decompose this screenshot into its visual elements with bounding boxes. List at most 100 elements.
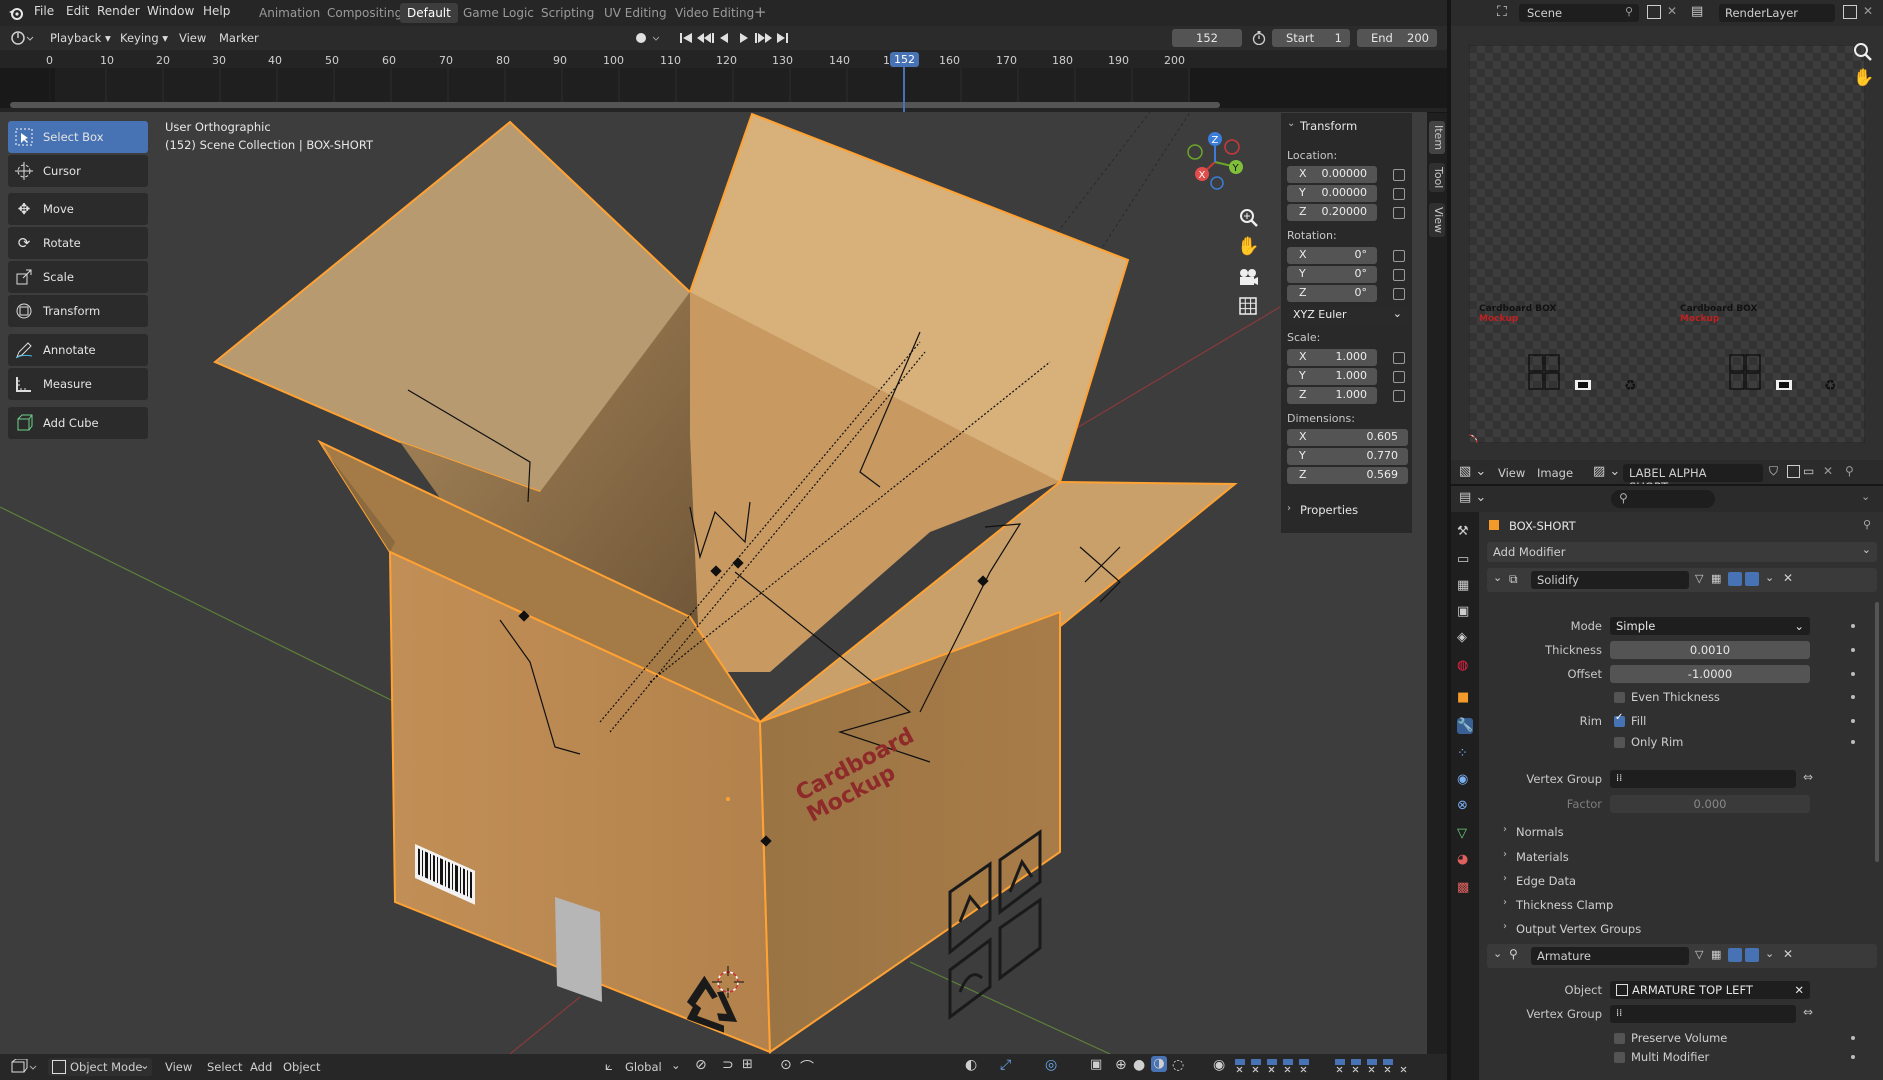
multi-modifier-checkbox[interactable]: [1614, 1052, 1625, 1063]
new-image-icon[interactable]: [1787, 465, 1800, 478]
footer-select-menu[interactable]: Select: [207, 1060, 242, 1074]
close-icon[interactable]: ✕: [1863, 4, 1873, 18]
dimension-z-field[interactable]: Z 0.569: [1287, 467, 1408, 484]
zoom-icon[interactable]: [1851, 40, 1875, 64]
tool-move[interactable]: ✥ Move: [8, 193, 148, 225]
view-layer-tab-icon[interactable]: ▣: [1457, 604, 1473, 620]
stopwatch-icon[interactable]: [1252, 31, 1266, 46]
armature-vertex-group-field[interactable]: ⁞⁞: [1610, 1005, 1796, 1023]
shading-material-icon[interactable]: ◑: [1151, 1056, 1167, 1072]
armature-modifier-header[interactable]: ⌄ ⚲ Armature ▽ ▦ ⌄ ✕: [1487, 944, 1877, 968]
snap-magnet-icon[interactable]: ⊃: [722, 1057, 734, 1073]
only-rim-checkbox[interactable]: [1614, 737, 1625, 748]
location-y-field[interactable]: Y 0.00000: [1287, 185, 1377, 202]
snap-target-icon[interactable]: ⊞: [742, 1057, 753, 1072]
pivot-point-icon[interactable]: ⊘: [695, 1057, 707, 1073]
tool-settings-tab-icon[interactable]: ⚒: [1457, 524, 1473, 540]
properties-scrollbar[interactable]: [1875, 602, 1879, 862]
armature-name-field[interactable]: Armature: [1531, 947, 1689, 965]
shading-solid-icon[interactable]: ●: [1133, 1057, 1145, 1073]
keyframe-dot[interactable]: [1851, 648, 1855, 652]
lock-icon[interactable]: [1393, 250, 1405, 262]
material-tab-icon[interactable]: ◕: [1457, 852, 1473, 868]
subpanel-edge-data[interactable]: Edge Data: [1516, 874, 1576, 888]
chevron-right-icon[interactable]: ›: [1503, 873, 1507, 884]
tab-item[interactable]: Item: [1429, 121, 1445, 155]
properties-subpanel[interactable]: Properties: [1300, 503, 1358, 517]
rotation-z-field[interactable]: Z 0°: [1287, 285, 1377, 302]
keyframe-dot[interactable]: [1851, 719, 1855, 723]
timeline-view-menu[interactable]: View: [179, 29, 206, 47]
factor-field[interactable]: 0.000: [1610, 795, 1810, 813]
record-icon[interactable]: [633, 30, 663, 46]
image-image-menu[interactable]: Image: [1537, 466, 1573, 480]
subpanel-materials[interactable]: Materials: [1516, 850, 1569, 864]
workspace-tab-compositing[interactable]: Compositing: [320, 3, 409, 23]
viewport-display-icon[interactable]: [1728, 948, 1742, 962]
tool-rotate[interactable]: ⟳ Rotate: [8, 227, 148, 259]
transform-orientation-dropdown[interactable]: ⟀ Global ⌄: [605, 1058, 685, 1076]
gizmo-toggle-icon[interactable]: ⤢: [1000, 1057, 1011, 1073]
particles-tab-icon[interactable]: ⁘: [1457, 746, 1473, 762]
new-render-layer-icon[interactable]: [1843, 5, 1857, 19]
menu-edit[interactable]: Edit: [66, 4, 89, 18]
physics-tab-icon[interactable]: ◉: [1457, 772, 1473, 788]
menu-file[interactable]: File: [34, 4, 54, 18]
output-tab-icon[interactable]: ▦: [1457, 578, 1473, 594]
tool-annotate[interactable]: Annotate: [8, 334, 148, 366]
playback-menu[interactable]: Playback ▾: [50, 29, 111, 47]
chevron-right-icon[interactable]: ›: [1503, 824, 1507, 835]
mode-dropdown[interactable]: Simple ⌄: [1610, 617, 1810, 635]
armature-object-field[interactable]: ARMATURE TOP LEFT ✕: [1610, 981, 1810, 999]
close-icon[interactable]: ✕: [1783, 571, 1793, 585]
playback-controls[interactable]: [680, 30, 790, 46]
chevron-down-icon[interactable]: ⌄: [1861, 490, 1870, 503]
pan-hand-icon[interactable]: ✋: [1853, 68, 1874, 88]
solidify-modifier-header[interactable]: ⌄ ⧉ Solidify ▽ ▦ ⌄ ✕: [1487, 568, 1877, 592]
on-cage-filter-icon[interactable]: ▽: [1695, 948, 1703, 961]
constraints-tab-icon[interactable]: ⊗: [1457, 798, 1473, 814]
close-icon[interactable]: ✕: [1794, 981, 1804, 999]
armature-layer-toggles[interactable]: [1235, 1059, 1425, 1073]
invert-arrows-icon[interactable]: ⇔: [1803, 770, 1813, 784]
solidify-name-field[interactable]: Solidify: [1531, 571, 1689, 589]
pin-icon[interactable]: ⚲: [1863, 518, 1871, 531]
offset-field[interactable]: -1.0000: [1610, 665, 1810, 683]
collapse-chevron-icon[interactable]: ⌄: [1493, 571, 1502, 584]
timeline-marker-menu[interactable]: Marker: [219, 29, 259, 47]
invert-arrows-icon[interactable]: ⇔: [1803, 1005, 1813, 1019]
start-frame-field[interactable]: Start 1: [1272, 29, 1350, 47]
tool-scale[interactable]: Scale: [8, 261, 148, 293]
pan-hand-icon[interactable]: ✋: [1237, 236, 1259, 258]
location-z-field[interactable]: Z 0.20000: [1287, 204, 1377, 221]
scene-tab-icon[interactable]: ◈: [1457, 630, 1473, 646]
edit-mode-icon[interactable]: ▦: [1711, 948, 1721, 961]
preserve-volume-checkbox[interactable]: [1614, 1033, 1625, 1044]
footer-view-menu[interactable]: View: [165, 1060, 192, 1074]
workspace-tab-game-logic[interactable]: Game Logic: [456, 3, 541, 23]
xray-toggle-icon[interactable]: ▣: [1090, 1057, 1102, 1072]
render-camera-icon[interactable]: [1745, 948, 1759, 962]
scale-x-field[interactable]: X 1.000: [1287, 349, 1377, 366]
thickness-field[interactable]: 0.0010: [1610, 641, 1810, 659]
playhead-frame-label[interactable]: 152: [890, 52, 919, 67]
lock-icon[interactable]: [1393, 371, 1405, 383]
keyframe-dot[interactable]: [1851, 1036, 1855, 1040]
menu-help[interactable]: Help: [203, 4, 230, 18]
even-thickness-checkbox[interactable]: [1614, 692, 1625, 703]
visibility-selectable-icon[interactable]: ◐: [965, 1057, 977, 1073]
tool-measure[interactable]: Measure: [8, 368, 148, 400]
shading-rendered-icon[interactable]: ◌: [1172, 1057, 1184, 1073]
dimension-y-field[interactable]: Y 0.770: [1287, 448, 1408, 465]
tool-select-box[interactable]: Select Box: [8, 121, 148, 153]
workspace-tab-animation[interactable]: Animation: [252, 3, 327, 23]
keyframe-dot[interactable]: [1851, 740, 1855, 744]
navigation-gizmo[interactable]: X Y Z: [1180, 127, 1250, 197]
blender-logo-icon[interactable]: [8, 5, 24, 21]
zoom-icon[interactable]: [1237, 206, 1259, 228]
scale-z-field[interactable]: Z 1.000: [1287, 387, 1377, 404]
falloff-curve-icon[interactable]: ⌒: [800, 1057, 814, 1077]
on-cage-filter-icon[interactable]: ▽: [1695, 572, 1703, 585]
3d-viewport[interactable]: Cardboard Mockup User Orthographic (152)…: [0, 112, 1427, 1054]
image-browse-icon[interactable]: ▨ ⌄: [1593, 464, 1620, 479]
